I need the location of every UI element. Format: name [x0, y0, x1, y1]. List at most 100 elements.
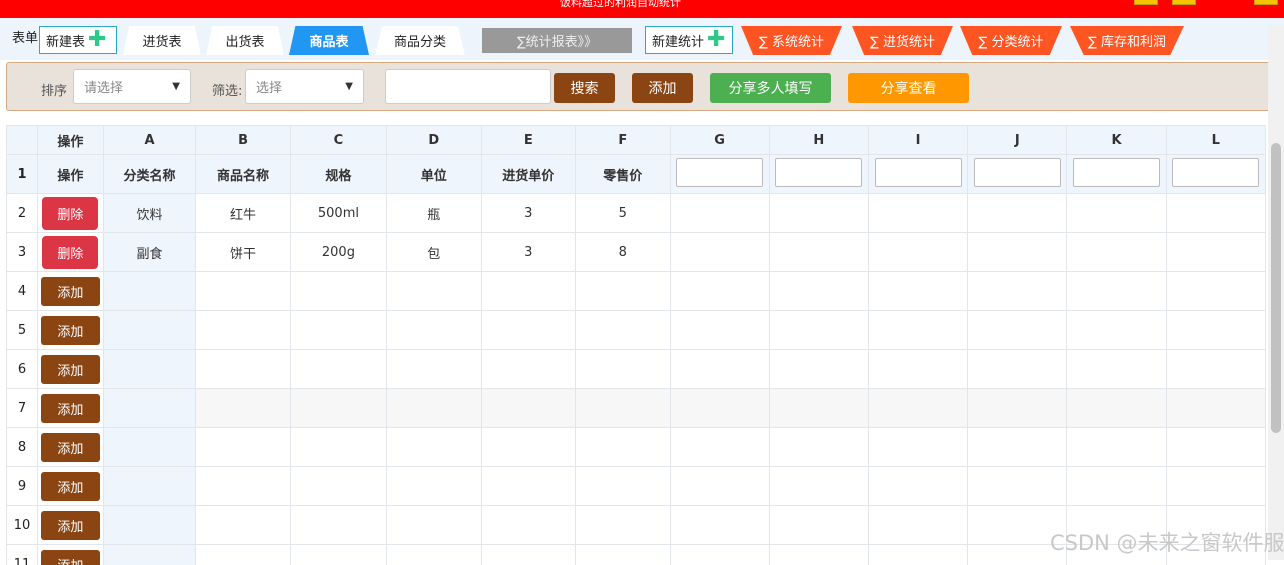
table-cell[interactable] [769, 350, 868, 389]
table-cell[interactable] [670, 350, 769, 389]
table-cell[interactable] [481, 272, 575, 311]
table-cell[interactable]: 5 [576, 194, 670, 233]
field-header[interactable]: 单位 [387, 155, 481, 194]
table-cell[interactable] [670, 272, 769, 311]
table-cell[interactable] [868, 545, 967, 565]
share-fill-button[interactable]: 分享多人填写 [710, 73, 831, 103]
table-cell[interactable]: 副食 [103, 233, 196, 272]
table-cell[interactable] [196, 428, 290, 467]
table-cell[interactable] [1067, 428, 1166, 467]
table-cell[interactable] [103, 506, 196, 545]
add-row-button[interactable]: 添加 [41, 277, 100, 306]
new-stat-button[interactable]: 新建统计 ✚ [645, 26, 733, 54]
table-cell[interactable] [387, 311, 481, 350]
field-header[interactable]: 商品名称 [196, 155, 290, 194]
add-row-button[interactable]: 添加 [41, 355, 100, 384]
add-row-button[interactable]: 添加 [41, 316, 100, 345]
new-table-button[interactable]: 新建表 ✚ [39, 26, 117, 54]
table-cell[interactable] [1067, 194, 1166, 233]
table-cell[interactable] [868, 194, 967, 233]
table-cell[interactable] [968, 389, 1067, 428]
table-cell[interactable]: 200g [290, 233, 386, 272]
table-cell[interactable]: 瓶 [387, 194, 481, 233]
table-cell[interactable] [103, 389, 196, 428]
field-header-input[interactable] [1073, 158, 1160, 187]
table-cell[interactable] [670, 311, 769, 350]
table-cell[interactable]: 3 [481, 233, 575, 272]
tab-system-stat[interactable]: ∑ 系统统计 [741, 26, 842, 55]
table-cell[interactable] [387, 428, 481, 467]
table-cell[interactable] [1166, 272, 1265, 311]
column-letter[interactable]: B [196, 126, 290, 155]
table-cell[interactable] [1166, 350, 1265, 389]
table-cell[interactable] [868, 428, 967, 467]
table-cell[interactable] [290, 389, 386, 428]
table-cell[interactable]: 500ml [290, 194, 386, 233]
table-cell[interactable] [576, 545, 670, 565]
column-letter[interactable]: E [481, 126, 575, 155]
table-cell[interactable] [769, 428, 868, 467]
column-letter[interactable]: F [576, 126, 670, 155]
table-cell[interactable] [576, 272, 670, 311]
table-cell[interactable] [290, 311, 386, 350]
field-header-input[interactable] [676, 158, 763, 187]
table-cell[interactable] [387, 350, 481, 389]
tab-category-stat[interactable]: ∑ 分类统计 [960, 26, 1062, 55]
table-cell[interactable] [103, 467, 196, 506]
tab-purchase[interactable]: 进货表 [123, 26, 201, 55]
table-cell[interactable] [481, 350, 575, 389]
table-cell[interactable] [481, 389, 575, 428]
search-button[interactable]: 搜索 [554, 73, 615, 103]
field-header-input[interactable] [775, 158, 862, 187]
column-letter[interactable]: L [1166, 126, 1265, 155]
table-cell[interactable] [196, 350, 290, 389]
table-cell[interactable]: 3 [481, 194, 575, 233]
minimize-button[interactable] [1134, 0, 1158, 5]
table-cell[interactable] [1166, 467, 1265, 506]
column-letter[interactable]: H [769, 126, 868, 155]
tab-products[interactable]: 商品表 [289, 26, 369, 55]
table-cell[interactable] [576, 467, 670, 506]
field-header[interactable]: 进货单价 [481, 155, 575, 194]
table-cell[interactable] [1067, 272, 1166, 311]
table-cell[interactable] [1166, 428, 1265, 467]
table-cell[interactable]: 饼干 [196, 233, 290, 272]
table-cell[interactable] [290, 467, 386, 506]
column-letter[interactable]: J [968, 126, 1067, 155]
table-cell[interactable] [670, 506, 769, 545]
table-cell[interactable] [290, 428, 386, 467]
table-cell[interactable] [1067, 311, 1166, 350]
table-cell[interactable] [576, 389, 670, 428]
table-cell[interactable] [103, 428, 196, 467]
table-cell[interactable] [769, 545, 868, 565]
tab-purchase-stat[interactable]: ∑ 进货统计 [852, 26, 953, 55]
scrollbar-thumb[interactable] [1271, 143, 1281, 433]
maximize-button[interactable] [1172, 0, 1196, 5]
column-letter[interactable]: K [1067, 126, 1166, 155]
tab-stat-report[interactable]: ∑统计报表》》 [482, 28, 632, 53]
table-cell[interactable] [481, 428, 575, 467]
table-cell[interactable] [868, 350, 967, 389]
table-cell[interactable] [481, 545, 575, 565]
vertical-scrollbar[interactable] [1268, 25, 1284, 560]
sort-select[interactable]: 请选择 ▼ [73, 69, 191, 104]
table-cell[interactable] [481, 467, 575, 506]
table-cell[interactable] [769, 506, 868, 545]
filter-select[interactable]: 选择 ▼ [245, 69, 364, 104]
table-cell[interactable] [968, 467, 1067, 506]
table-cell[interactable] [290, 350, 386, 389]
table-cell[interactable] [387, 506, 481, 545]
column-letter[interactable]: D [387, 126, 481, 155]
table-cell[interactable] [968, 311, 1067, 350]
table-cell[interactable] [670, 545, 769, 565]
tab-inventory-profit[interactable]: ∑ 库存和利润 [1070, 26, 1184, 55]
add-row-button[interactable]: 添加 [41, 433, 100, 462]
table-cell[interactable] [1067, 389, 1166, 428]
field-header-input[interactable] [974, 158, 1061, 187]
table-cell[interactable] [1067, 350, 1166, 389]
table-cell[interactable] [1166, 389, 1265, 428]
table-cell[interactable] [196, 545, 290, 565]
table-cell[interactable] [1166, 233, 1265, 272]
table-cell[interactable] [196, 311, 290, 350]
table-cell[interactable] [670, 389, 769, 428]
